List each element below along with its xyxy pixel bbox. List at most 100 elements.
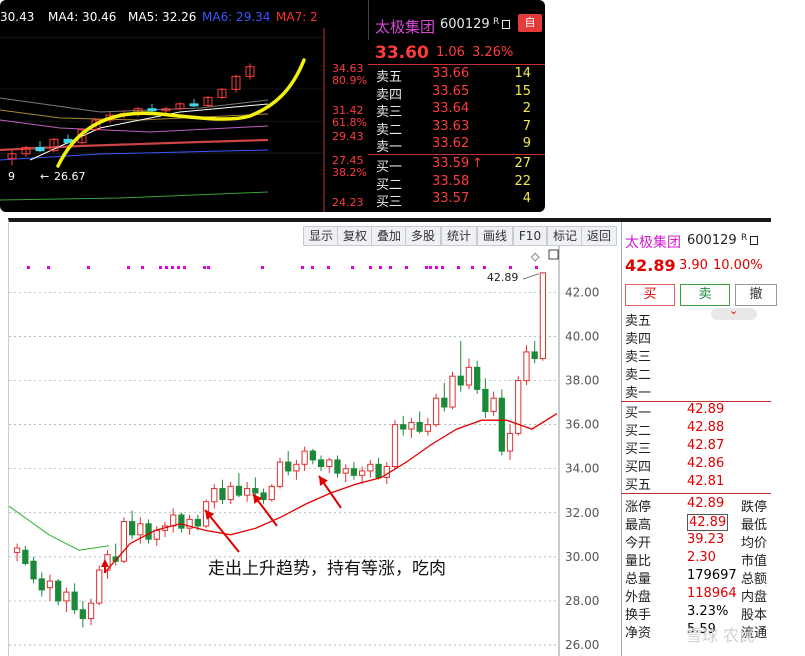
buy-button[interactable]: 买 <box>625 284 675 306</box>
ma-label-7: MA7: 2 <box>276 10 318 24</box>
price-change: 3.90 <box>679 258 708 273</box>
candle-body <box>424 424 432 432</box>
candle-body <box>457 375 464 386</box>
signal-dot <box>351 266 354 269</box>
buy-level-label: 买二 <box>625 424 652 439</box>
buy-level-price: 42.89 <box>687 402 725 417</box>
main-kline-chart[interactable]: 26.00 28.00 30.00 32.00 34.00 36.00 38.00 40.00… <box>9 246 615 656</box>
stat-value: 2.30 <box>687 550 716 565</box>
top-l-box-icon <box>502 20 510 29</box>
top-axis-label: 80.9% <box>332 74 367 87</box>
candle-body <box>276 461 284 487</box>
top-ob-price: 33.62 <box>432 136 470 152</box>
candle-body <box>137 523 144 536</box>
top-axis-label: 61.8% <box>332 116 367 129</box>
toolbar-adjust-button[interactable]: 复权 <box>337 226 373 246</box>
toolbar-display-button[interactable]: 显示 <box>303 226 339 246</box>
stock-code: 600129 <box>687 233 737 248</box>
stat-value: 42.89 <box>687 514 729 531</box>
candle-body <box>416 421 423 432</box>
top-ob-price: 33.58 <box>432 173 470 189</box>
candle-body <box>268 485 275 501</box>
signal-dot <box>425 266 428 269</box>
candle-body <box>211 488 218 503</box>
top-stock-name: 太极集团 <box>375 18 436 36</box>
candle-body <box>474 366 481 390</box>
last-price-label: 42.89 <box>487 271 519 284</box>
y-tick-label: 40.00 <box>565 330 599 344</box>
signal-dot <box>379 266 382 269</box>
top-chart-panel: 34.63 80.9% 31.42 61.8% 29.43 27.45 38.2% 24.23… <box>0 0 545 212</box>
toolbar-multi-stock-button[interactable]: 多股 <box>405 226 441 246</box>
top-self-select-button[interactable]: 自 <box>518 14 542 32</box>
candle-body <box>301 450 308 465</box>
top-ob-label: 卖四 <box>376 87 403 103</box>
candle-body <box>285 461 292 472</box>
top-ob-label: 买三 <box>376 195 403 211</box>
signal-dot <box>483 266 486 269</box>
y-tick-label: 26.00 <box>565 638 599 652</box>
signal-dot <box>165 266 168 269</box>
y-tick-label: 30.00 <box>565 550 599 564</box>
annotation-arrow-head <box>319 476 328 486</box>
candle-body <box>309 450 316 461</box>
top-orderbook-row: 买一 33.59 ↑ 27 <box>376 156 541 175</box>
candle-body <box>235 485 243 496</box>
top-kline-chart[interactable]: 34.6380.9%31.4261.8%29.4327.4538.2%24.23… <box>0 0 368 212</box>
chart-annotation: 走出上升趋势，持有等涨，吃肉 <box>208 559 446 579</box>
toolbar-mark-button[interactable]: 标记 <box>547 226 583 246</box>
toolbar-draw-button[interactable]: 画线 <box>477 226 513 246</box>
stat-label: 外盘 <box>625 590 652 605</box>
stat-label: 净资 <box>625 626 652 641</box>
top-ob-price: 33.64 <box>432 101 470 117</box>
top-ob-price: 33.63 <box>432 118 470 134</box>
signal-dot <box>509 266 512 269</box>
stat-label-2: 市值 <box>741 554 768 569</box>
sell-button[interactable]: 卖 <box>680 284 730 306</box>
quote-panel: 太极集团 600129 R 42.89 3.90 10.00% 买 卖 撤 ⌄ … <box>621 222 777 656</box>
candle-body <box>96 569 103 604</box>
candle-body <box>170 514 177 527</box>
toolbar-overlay-button[interactable]: 叠加 <box>371 226 407 246</box>
top-low-label: 26.67 <box>54 170 86 183</box>
signal-dot <box>177 266 180 269</box>
bottom-chart-panel: 显示 复权 叠加 多股 统计 画线 F10 标记 返回 26.00 28.00 30… <box>8 218 777 656</box>
signal-dot <box>535 266 538 269</box>
top-ob-volume: 4 <box>522 191 531 207</box>
cancel-button[interactable]: 撤 <box>735 284 777 306</box>
toolbar-back-button[interactable]: 返回 <box>581 226 617 246</box>
candle-body <box>260 492 267 501</box>
signal-dot <box>171 266 174 269</box>
candle-body <box>523 351 530 382</box>
top-ob-volume: 2 <box>522 101 531 117</box>
signal-dot <box>47 266 50 269</box>
top-orderbook-row: 买三 33.57 4 <box>376 191 541 211</box>
candle-body <box>120 521 128 562</box>
y-tick-label: 38.00 <box>565 374 599 388</box>
candle-body <box>71 591 78 611</box>
sell-levels: 卖五 卖四 卖三 卖二 卖一 <box>621 310 771 402</box>
chart-toolbar: 显示 复权 叠加 多股 统计 画线 F10 标记 返回 <box>9 226 621 246</box>
stat-label: 今开 <box>625 536 652 551</box>
candle-body <box>219 488 226 501</box>
stat-label-2: 最低 <box>741 518 768 533</box>
candle-body <box>449 375 456 408</box>
top-ob-label: 卖一 <box>376 140 403 156</box>
signal-dot <box>27 266 30 269</box>
top-r-tag: R <box>493 17 500 27</box>
toolbar-f10-button[interactable]: F10 <box>513 226 547 246</box>
candle-body <box>178 514 185 529</box>
candle-body <box>490 397 497 412</box>
watermark: 雪球 农民 <box>686 626 756 645</box>
top-left-cut-label: 9 <box>8 170 15 183</box>
top-axis-label: 24.23 <box>332 196 364 209</box>
top-candle-body <box>35 146 45 152</box>
l-box-icon <box>750 236 758 245</box>
top-axis-label: 38.2% <box>332 166 367 179</box>
buy-level-price: 42.81 <box>687 474 725 489</box>
toolbar-stats-button[interactable]: 统计 <box>441 226 477 246</box>
top-ob-price: 33.59 <box>432 156 470 171</box>
stock-name: 太极集团 <box>625 235 681 251</box>
candle-body <box>55 580 62 602</box>
signal-dot <box>389 266 392 269</box>
